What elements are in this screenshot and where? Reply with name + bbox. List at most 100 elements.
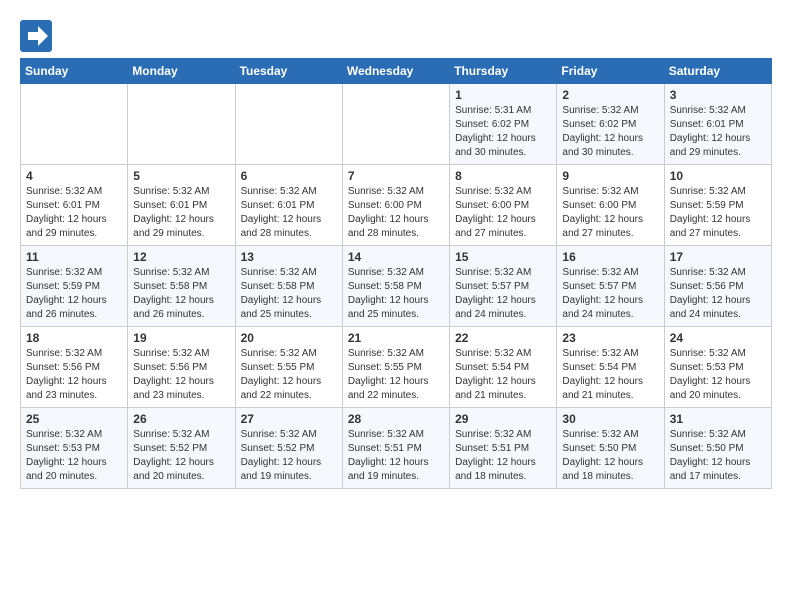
day-cell: 3Sunrise: 5:32 AM Sunset: 6:01 PM Daylig… bbox=[664, 84, 771, 165]
day-info: Sunrise: 5:32 AM Sunset: 5:54 PM Dayligh… bbox=[455, 347, 551, 403]
day-cell: 20 Sunrise: 5:32 AM Sunset: 5:55 PM Dayli… bbox=[235, 327, 342, 408]
day-info: Sunrise: 5:32 AM Sunset: 6:00 PM Dayligh… bbox=[562, 185, 658, 241]
day-number: 14 bbox=[348, 250, 444, 264]
day-info: Sunrise: 5:32 AM Sunset: 5:58 PM Dayligh… bbox=[133, 266, 229, 322]
day-number: 26 bbox=[133, 412, 229, 426]
day-number: 28 bbox=[348, 412, 444, 426]
week-row-4: 18 Sunrise: 5:32 AM Sunset: 5:56 PM Dayli… bbox=[21, 327, 772, 408]
day-cell: 30 Sunrise: 5:32 AM Sunset: 5:50 PM Dayli… bbox=[557, 408, 664, 489]
day-cell bbox=[21, 84, 128, 165]
day-cell: 16 Sunrise: 5:32 AM Sunset: 5:57 PM Dayli… bbox=[557, 246, 664, 327]
day-info: Sunrise: 5:32 AM Sunset: 6:02 PM Dayligh… bbox=[562, 104, 658, 160]
weekday-header-monday: Monday bbox=[128, 59, 235, 84]
day-info: Sunrise: 5:32 AM Sunset: 5:55 PM Dayligh… bbox=[241, 347, 337, 403]
day-info: Sunrise: 5:32 AM Sunset: 5:50 PM Dayligh… bbox=[670, 428, 766, 484]
day-number: 5 bbox=[133, 169, 229, 183]
day-cell: 26 Sunrise: 5:32 AM Sunset: 5:52 PM Dayli… bbox=[128, 408, 235, 489]
day-number: 1 bbox=[455, 88, 551, 102]
day-number: 23 bbox=[562, 331, 658, 345]
day-cell: 21Sunrise: 5:32 AM Sunset: 5:55 PM Dayli… bbox=[342, 327, 449, 408]
day-cell: 22Sunrise: 5:32 AM Sunset: 5:54 PM Dayli… bbox=[450, 327, 557, 408]
day-info: Sunrise: 5:32 AM Sunset: 5:52 PM Dayligh… bbox=[133, 428, 229, 484]
day-info: Sunrise: 5:32 AM Sunset: 5:59 PM Dayligh… bbox=[670, 185, 766, 241]
day-cell: 1Sunrise: 5:31 AM Sunset: 6:02 PM Daylig… bbox=[450, 84, 557, 165]
day-number: 17 bbox=[670, 250, 766, 264]
day-number: 24 bbox=[670, 331, 766, 345]
day-number: 10 bbox=[670, 169, 766, 183]
header bbox=[20, 16, 772, 52]
day-number: 6 bbox=[241, 169, 337, 183]
day-info: Sunrise: 5:32 AM Sunset: 5:57 PM Dayligh… bbox=[455, 266, 551, 322]
day-cell: 8 Sunrise: 5:32 AM Sunset: 6:00 PM Daylig… bbox=[450, 165, 557, 246]
day-number: 8 bbox=[455, 169, 551, 183]
day-cell: 17 Sunrise: 5:32 AM Sunset: 5:56 PM Dayli… bbox=[664, 246, 771, 327]
day-number: 7 bbox=[348, 169, 444, 183]
day-number: 25 bbox=[26, 412, 122, 426]
day-cell: 11Sunrise: 5:32 AM Sunset: 5:59 PM Dayli… bbox=[21, 246, 128, 327]
day-cell: 31 Sunrise: 5:32 AM Sunset: 5:50 PM Dayli… bbox=[664, 408, 771, 489]
day-info: Sunrise: 5:32 AM Sunset: 5:58 PM Dayligh… bbox=[241, 266, 337, 322]
day-cell: 6 Sunrise: 5:32 AM Sunset: 6:01 PM Daylig… bbox=[235, 165, 342, 246]
day-number: 4 bbox=[26, 169, 122, 183]
day-info: Sunrise: 5:32 AM Sunset: 6:01 PM Dayligh… bbox=[26, 185, 122, 241]
day-cell bbox=[235, 84, 342, 165]
day-info: Sunrise: 5:32 AM Sunset: 5:56 PM Dayligh… bbox=[133, 347, 229, 403]
day-number: 2 bbox=[562, 88, 658, 102]
day-info: Sunrise: 5:32 AM Sunset: 5:51 PM Dayligh… bbox=[348, 428, 444, 484]
day-number: 20 bbox=[241, 331, 337, 345]
weekday-header-tuesday: Tuesday bbox=[235, 59, 342, 84]
day-info: Sunrise: 5:32 AM Sunset: 5:53 PM Dayligh… bbox=[670, 347, 766, 403]
day-cell: 5 Sunrise: 5:32 AM Sunset: 6:01 PM Daylig… bbox=[128, 165, 235, 246]
day-cell: 25 Sunrise: 5:32 AM Sunset: 5:53 PM Dayli… bbox=[21, 408, 128, 489]
day-cell: 19 Sunrise: 5:32 AM Sunset: 5:56 PM Dayli… bbox=[128, 327, 235, 408]
day-cell: 10 Sunrise: 5:32 AM Sunset: 5:59 PM Dayli… bbox=[664, 165, 771, 246]
day-number: 31 bbox=[670, 412, 766, 426]
day-info: Sunrise: 5:32 AM Sunset: 6:00 PM Dayligh… bbox=[455, 185, 551, 241]
day-info: Sunrise: 5:32 AM Sunset: 6:01 PM Dayligh… bbox=[133, 185, 229, 241]
day-number: 19 bbox=[133, 331, 229, 345]
day-cell: 18Sunrise: 5:32 AM Sunset: 5:56 PM Dayli… bbox=[21, 327, 128, 408]
day-cell: 12 Sunrise: 5:32 AM Sunset: 5:58 PM Dayli… bbox=[128, 246, 235, 327]
weekday-header-saturday: Saturday bbox=[664, 59, 771, 84]
day-info: Sunrise: 5:32 AM Sunset: 6:01 PM Dayligh… bbox=[241, 185, 337, 241]
weekday-header-wednesday: Wednesday bbox=[342, 59, 449, 84]
logo bbox=[20, 20, 56, 52]
day-number: 27 bbox=[241, 412, 337, 426]
day-number: 11 bbox=[26, 250, 122, 264]
day-cell: 23 Sunrise: 5:32 AM Sunset: 5:54 PM Dayli… bbox=[557, 327, 664, 408]
day-cell: 13Sunrise: 5:32 AM Sunset: 5:58 PM Dayli… bbox=[235, 246, 342, 327]
day-cell: 9 Sunrise: 5:32 AM Sunset: 6:00 PM Daylig… bbox=[557, 165, 664, 246]
day-info: Sunrise: 5:32 AM Sunset: 5:54 PM Dayligh… bbox=[562, 347, 658, 403]
day-number: 16 bbox=[562, 250, 658, 264]
logo-icon bbox=[20, 20, 52, 52]
day-cell: 28 Sunrise: 5:32 AM Sunset: 5:51 PM Dayli… bbox=[342, 408, 449, 489]
day-number: 30 bbox=[562, 412, 658, 426]
week-row-3: 11Sunrise: 5:32 AM Sunset: 5:59 PM Dayli… bbox=[21, 246, 772, 327]
day-cell: 15 Sunrise: 5:32 AM Sunset: 5:57 PM Dayli… bbox=[450, 246, 557, 327]
day-number: 3 bbox=[670, 88, 766, 102]
day-number: 18 bbox=[26, 331, 122, 345]
day-cell bbox=[128, 84, 235, 165]
day-info: Sunrise: 5:32 AM Sunset: 5:52 PM Dayligh… bbox=[241, 428, 337, 484]
day-info: Sunrise: 5:32 AM Sunset: 5:58 PM Dayligh… bbox=[348, 266, 444, 322]
day-cell: 14 Sunrise: 5:32 AM Sunset: 5:58 PM Dayli… bbox=[342, 246, 449, 327]
weekday-header-row: SundayMondayTuesdayWednesdayThursdayFrid… bbox=[21, 59, 772, 84]
day-number: 21 bbox=[348, 331, 444, 345]
day-cell: 4 Sunrise: 5:32 AM Sunset: 6:01 PM Daylig… bbox=[21, 165, 128, 246]
weekday-header-sunday: Sunday bbox=[21, 59, 128, 84]
week-row-1: 1Sunrise: 5:31 AM Sunset: 6:02 PM Daylig… bbox=[21, 84, 772, 165]
day-info: Sunrise: 5:32 AM Sunset: 5:56 PM Dayligh… bbox=[670, 266, 766, 322]
day-cell: 2 Sunrise: 5:32 AM Sunset: 6:02 PM Daylig… bbox=[557, 84, 664, 165]
day-cell bbox=[342, 84, 449, 165]
day-cell: 24 Sunrise: 5:32 AM Sunset: 5:53 PM Dayli… bbox=[664, 327, 771, 408]
day-number: 9 bbox=[562, 169, 658, 183]
day-cell: 7Sunrise: 5:32 AM Sunset: 6:00 PM Daylig… bbox=[342, 165, 449, 246]
day-cell: 27 Sunrise: 5:32 AM Sunset: 5:52 PM Dayli… bbox=[235, 408, 342, 489]
day-number: 15 bbox=[455, 250, 551, 264]
week-row-2: 4 Sunrise: 5:32 AM Sunset: 6:01 PM Daylig… bbox=[21, 165, 772, 246]
day-info: Sunrise: 5:32 AM Sunset: 5:50 PM Dayligh… bbox=[562, 428, 658, 484]
day-cell: 29Sunrise: 5:32 AM Sunset: 5:51 PM Dayli… bbox=[450, 408, 557, 489]
day-number: 12 bbox=[133, 250, 229, 264]
day-info: Sunrise: 5:32 AM Sunset: 5:53 PM Dayligh… bbox=[26, 428, 122, 484]
day-info: Sunrise: 5:32 AM Sunset: 5:57 PM Dayligh… bbox=[562, 266, 658, 322]
